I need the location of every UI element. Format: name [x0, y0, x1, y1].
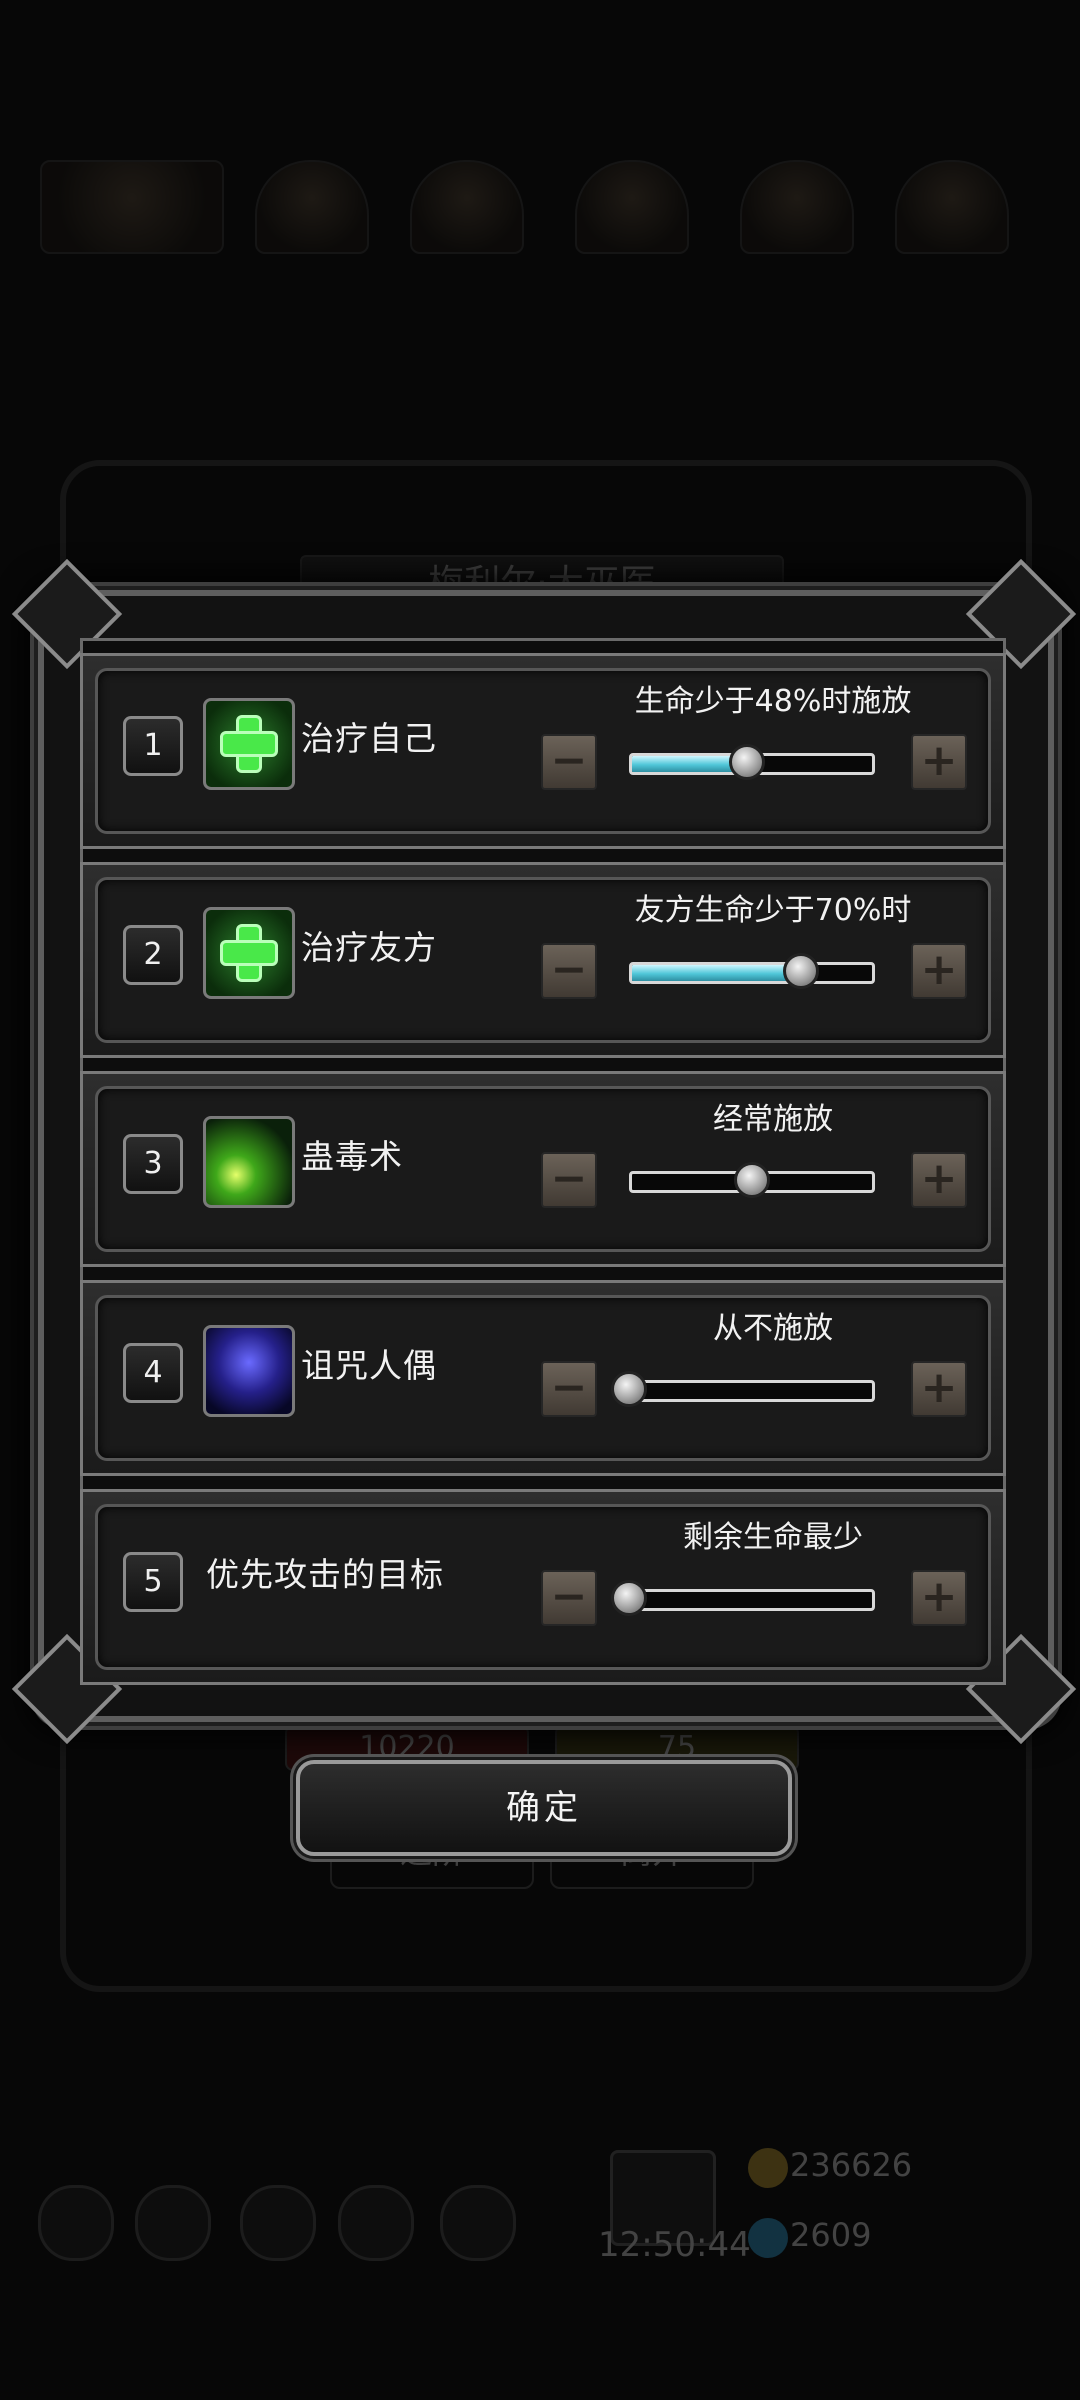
cast-condition: 生命少于48%时施放	[634, 684, 912, 719]
hero-portrait	[40, 160, 224, 254]
tab-icon	[575, 160, 689, 254]
increase-button[interactable]: +	[911, 1361, 967, 1417]
increase-button[interactable]: +	[911, 943, 967, 999]
tab-icon	[410, 160, 524, 254]
skill-row: 3 蛊毒术 经常施放 − +	[80, 1071, 1006, 1267]
decrease-button[interactable]: −	[541, 1152, 597, 1208]
increase-button[interactable]: +	[911, 1152, 967, 1208]
slider-knob[interactable]	[729, 744, 766, 780]
skill-row: 2 治疗友方 友方生命少于70%时 − +	[80, 862, 1006, 1058]
menu-icon	[440, 2185, 516, 2261]
tab-icon	[895, 160, 1009, 254]
slider-fill	[632, 965, 800, 981]
priority-number: 5	[123, 1552, 183, 1612]
skill-name: 优先攻击的目标	[206, 1555, 444, 1594]
priority-number: 4	[123, 1343, 183, 1403]
tab-icon	[255, 160, 369, 254]
decrease-button[interactable]: −	[541, 734, 597, 790]
decrease-button[interactable]: −	[541, 943, 597, 999]
slider-knob[interactable]	[783, 953, 820, 989]
menu-icon	[338, 2185, 414, 2261]
skill-name: 治疗友方	[301, 928, 437, 967]
priority-number: 3	[123, 1134, 183, 1194]
condition-slider[interactable]	[629, 962, 875, 984]
cast-condition: 剩余生命最少	[683, 1520, 863, 1555]
heal-icon	[203, 907, 295, 999]
clock-text: 12:50:44	[598, 2225, 751, 2265]
slider-knob[interactable]	[734, 1162, 770, 1198]
priority-number: 2	[123, 925, 183, 985]
skill-name: 治疗自己	[301, 719, 437, 758]
decrease-button[interactable]: −	[541, 1361, 597, 1417]
cast-condition: 从不施放	[713, 1311, 833, 1346]
decrease-button[interactable]: −	[541, 1570, 597, 1626]
cast-condition: 友方生命少于70%时	[634, 893, 912, 928]
gold-amount: 236626	[790, 2146, 913, 2184]
slider-knob[interactable]	[611, 1371, 647, 1407]
condition-slider[interactable]	[629, 1589, 875, 1611]
skill-row: 1 治疗自己 生命少于48%时施放 − +	[80, 653, 1006, 849]
cursed-doll-icon	[203, 1325, 295, 1417]
gold-icon	[748, 2148, 788, 2188]
menu-icon	[240, 2185, 316, 2261]
gem-amount: 2609	[790, 2216, 872, 2254]
menu-icon	[135, 2185, 211, 2261]
skill-row: 5 优先攻击的目标 剩余生命最少 − +	[80, 1489, 1006, 1685]
increase-button[interactable]: +	[911, 734, 967, 790]
poison-icon	[203, 1116, 295, 1208]
gem-icon	[748, 2218, 788, 2258]
confirm-button[interactable]: 确定	[296, 1760, 792, 1856]
skill-row: 4 诅咒人偶 从不施放 − +	[80, 1280, 1006, 1476]
heal-icon	[203, 698, 295, 790]
increase-button[interactable]: +	[911, 1570, 967, 1626]
menu-icon	[38, 2185, 114, 2261]
cast-condition: 经常施放	[713, 1102, 833, 1137]
priority-number: 1	[123, 716, 183, 776]
slider-knob[interactable]	[611, 1580, 647, 1616]
condition-slider[interactable]	[629, 1380, 875, 1402]
skill-name: 蛊毒术	[301, 1137, 403, 1176]
skill-name: 诅咒人偶	[301, 1346, 437, 1385]
tab-icon	[740, 160, 854, 254]
